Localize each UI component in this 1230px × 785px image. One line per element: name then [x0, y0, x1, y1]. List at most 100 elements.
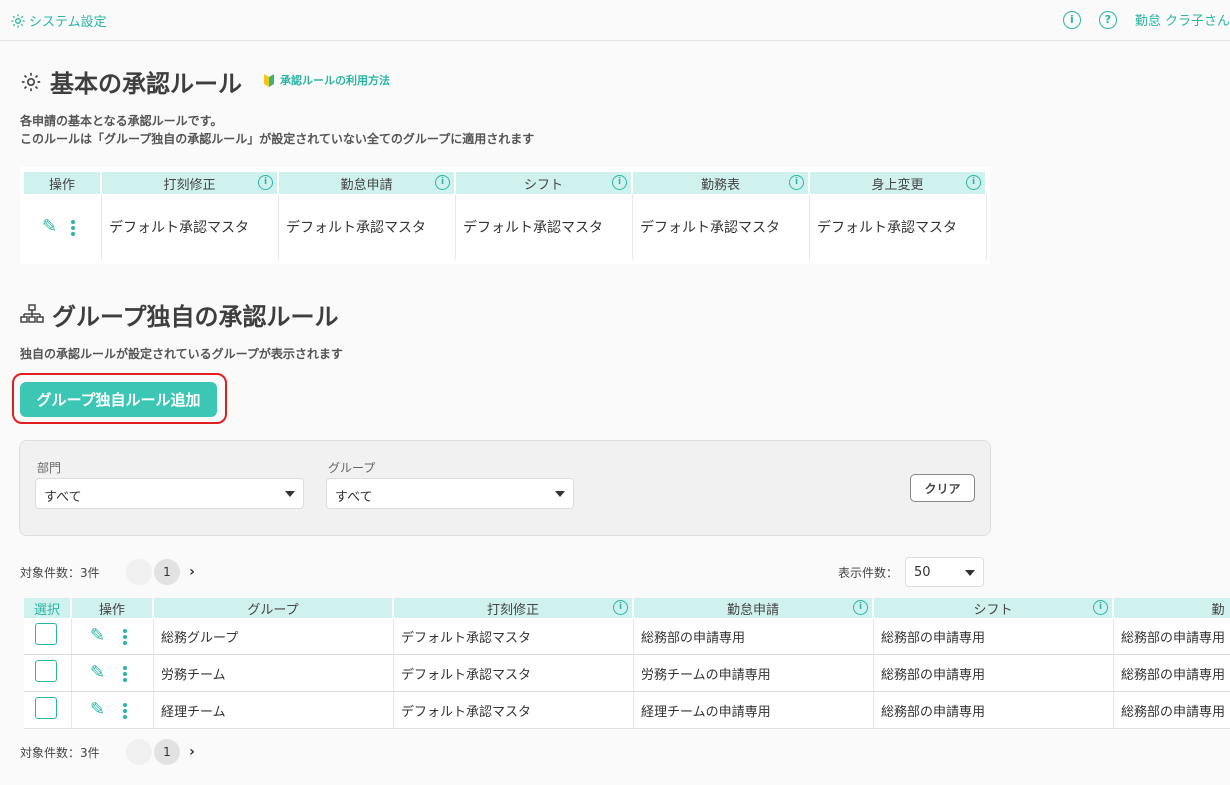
basic-rule-row: ✎ デフォルト承認マスタ デフォルト承認マスタ デフォルト承認マスタ デフォルト… — [24, 194, 987, 260]
col-header-worksheet-label: 勤務表 — [700, 177, 740, 193]
info-icon[interactable]: i — [613, 600, 628, 615]
info-icon[interactable]: i — [853, 600, 868, 615]
info-icon[interactable]: i — [258, 175, 273, 190]
info-icon[interactable]: i — [966, 175, 981, 190]
cell-shift: 総務部の申請専用 — [874, 692, 1114, 729]
edit-pencil-icon[interactable]: ✎ — [90, 699, 105, 720]
basic-desc-1: 各申請の基本となる承認ルールです。 — [20, 114, 223, 128]
basic-cell-punch: デフォルト承認マスタ — [102, 194, 279, 260]
col-header-group: グループ — [154, 598, 394, 618]
per-page-value: 50 — [914, 565, 931, 580]
col-header-attendance-label: 勤怠申請 — [726, 602, 779, 618]
prev-page-button[interactable] — [126, 739, 152, 765]
per-page-select[interactable]: 50 — [905, 557, 984, 587]
cell-shift: 総務部の申請専用 — [874, 618, 1114, 655]
col-header-personal-label: 身上変更 — [871, 177, 924, 193]
top-bar: システム設定 i ? 勤怠 クラ子さん — [0, 0, 1230, 41]
group-select-value: すべて — [335, 490, 373, 505]
col-header-operation: 操作 — [24, 172, 102, 194]
page-button[interactable]: 1 — [154, 739, 180, 765]
info-icon[interactable]: i — [789, 175, 804, 190]
cell-attendance: 総務部の申請専用 — [634, 618, 874, 655]
more-menu-icon[interactable] — [123, 627, 128, 647]
row-checkbox[interactable] — [35, 660, 57, 682]
info-icon[interactable]: i — [1093, 600, 1108, 615]
edit-pencil-icon[interactable]: ✎ — [90, 662, 105, 683]
dept-select-value: すべて — [44, 490, 82, 505]
col-header-shift-label: シフト — [973, 602, 1013, 618]
add-group-rule-button[interactable]: グループ独自ルール追加 — [20, 382, 217, 417]
row-actions: ✎ — [72, 655, 154, 692]
group-rule-table: 選択 操作 グループ 打刻修正 i 勤怠申請 i シフト i 勤 ✎ 総務グループ デ… — [24, 598, 1230, 729]
row-checkbox[interactable] — [35, 623, 57, 645]
info-icon[interactable]: i — [435, 175, 450, 190]
dept-filter-label: 部門 — [37, 461, 62, 475]
col-header-punch-label: 打刻修正 — [486, 602, 539, 618]
col-header-personal: 身上変更 i — [810, 172, 987, 194]
col-header-worksheet: 勤務表 i — [633, 172, 810, 194]
table-row: ✎ 経理チーム デフォルト承認マスタ 経理チームの申請専用 総務部の申請専用 総… — [24, 692, 1230, 729]
edit-pencil-icon[interactable]: ✎ — [42, 216, 57, 237]
table-row: ✎ 労務チーム デフォルト承認マスタ 労務チームの申請専用 総務部の申請専用 総… — [24, 655, 1230, 692]
group-rule-title-text: グループ独自の承認ルール — [52, 303, 339, 331]
row-checkbox[interactable] — [35, 697, 57, 719]
cell-punch: デフォルト承認マスタ — [394, 692, 634, 729]
result-count: 対象件数：3件 — [20, 566, 100, 580]
cell-worksheet: 総務部の申請専用 — [1114, 655, 1230, 692]
caret-down-icon — [965, 570, 975, 576]
usage-help-label: 承認ルールの利用方法 — [280, 74, 390, 87]
basic-cell-worksheet: デフォルト承認マスタ — [633, 194, 810, 260]
col-header-shift: シフト i — [874, 598, 1114, 618]
more-menu-icon[interactable] — [71, 218, 76, 238]
col-header-punch: 打刻修正 i — [102, 172, 279, 194]
more-menu-icon[interactable] — [123, 664, 128, 684]
cell-group-name: 労務チーム — [154, 655, 394, 692]
dept-select[interactable]: すべて — [35, 478, 304, 509]
edit-pencil-icon[interactable]: ✎ — [90, 625, 105, 646]
info-icon[interactable]: i — [612, 175, 627, 190]
row-select-cell — [24, 692, 72, 729]
basic-desc-2: このルールは「グループ独自の承認ルール」が設定されていない全てのグループに適用さ… — [20, 132, 535, 146]
cell-attendance: 経理チームの申請専用 — [634, 692, 874, 729]
result-count-bottom: 対象件数：3件 — [20, 746, 100, 760]
col-header-shift: シフト i — [456, 172, 633, 194]
page-button[interactable]: 1 — [154, 559, 180, 585]
group-desc: 独自の承認ルールが設定されているグループが表示されます — [20, 347, 343, 361]
help-icon[interactable]: ? — [1098, 10, 1117, 29]
basic-cell-shift: デフォルト承認マスタ — [456, 194, 633, 260]
col-header-punch-label: 打刻修正 — [163, 177, 216, 193]
cell-worksheet: 総務部の申請専用 — [1114, 618, 1230, 655]
usage-help-link[interactable]: 承認ルールの利用方法 — [264, 72, 390, 88]
group-rule-title: グループ独自の承認ルール — [20, 297, 339, 332]
cell-punch: デフォルト承認マスタ — [394, 655, 634, 692]
row-select-cell — [24, 618, 72, 655]
gear-icon — [21, 72, 41, 91]
basic-rule-title-text: 基本の承認ルール — [50, 70, 242, 98]
row-select-cell — [24, 655, 72, 692]
col-header-attendance-label: 勤怠申請 — [340, 177, 393, 193]
group-select[interactable]: すべて — [326, 478, 574, 509]
clear-button[interactable]: クリア — [910, 474, 975, 502]
table-row: ✎ 総務グループ デフォルト承認マスタ 総務部の申請専用 総務部の申請専用 総務… — [24, 618, 1230, 655]
info-icon[interactable]: i — [1062, 10, 1081, 29]
system-settings-label: システム設定 — [29, 15, 107, 30]
gear-icon — [11, 13, 25, 28]
cell-worksheet: 総務部の申請専用 — [1114, 692, 1230, 729]
user-name[interactable]: 勤怠 クラ子さん — [1135, 10, 1230, 29]
col-header-attendance: 勤怠申請 i — [279, 172, 456, 194]
cell-shift: 総務部の申請専用 — [874, 655, 1114, 692]
cell-punch: デフォルト承認マスタ — [394, 618, 634, 655]
org-chart-icon — [20, 303, 44, 323]
system-settings-link[interactable]: システム設定 — [10, 11, 107, 30]
more-menu-icon[interactable] — [123, 701, 128, 721]
cell-group-name: 総務グループ — [154, 618, 394, 655]
col-header-select: 選択 — [24, 598, 72, 618]
prev-page-button[interactable] — [126, 559, 152, 585]
col-header-operation: 操作 — [72, 598, 154, 618]
col-header-shift-label: シフト — [523, 177, 563, 193]
next-page-button[interactable]: › — [182, 564, 202, 580]
basic-cell-personal: デフォルト承認マスタ — [810, 194, 987, 260]
basic-rule-table: 操作 打刻修正 i 勤怠申請 i シフト i 勤務表 i 身上変更 i ✎ デフォルト承認… — [24, 172, 987, 260]
per-page-label: 表示件数： — [838, 566, 899, 580]
next-page-button[interactable]: › — [182, 744, 202, 760]
